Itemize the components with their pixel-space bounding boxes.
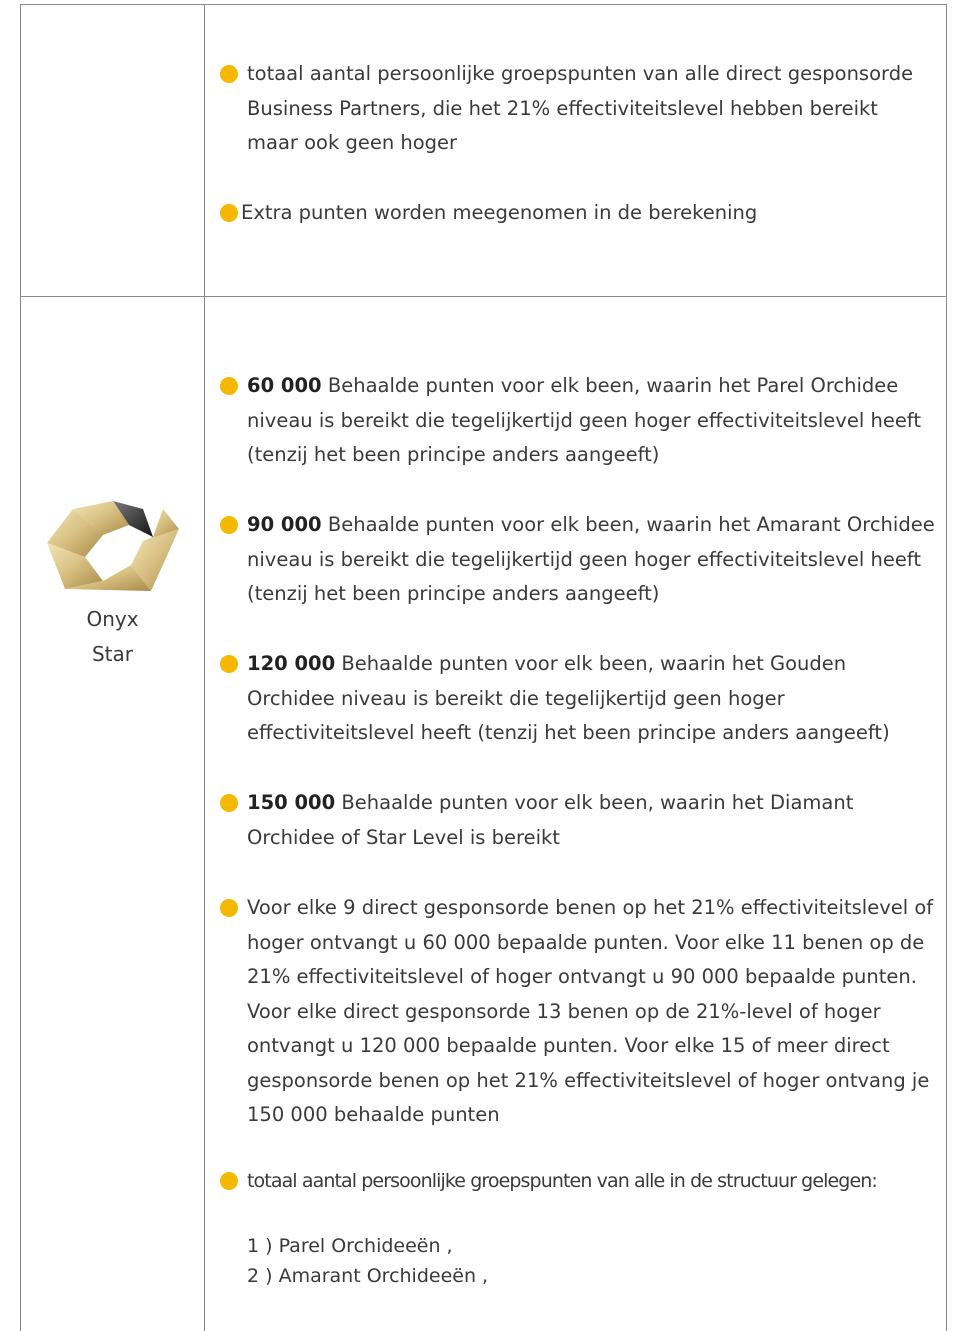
bullet-dot-icon	[220, 204, 238, 222]
list-item: 1 ) Parel Orchideeën ,	[247, 1235, 453, 1257]
bullet-text: Behaalde punten voor elk been, waarin he…	[247, 513, 935, 605]
bullet-item: totaal aantal persoonlijke groepspunten …	[220, 57, 935, 161]
bullet-dot-icon	[220, 1172, 238, 1190]
bullet-item: 150 000 Behaalde punten voor elk been, w…	[220, 786, 935, 855]
bullet-dot-icon	[220, 899, 238, 917]
bullet-bold-value: 150 000	[247, 791, 336, 814]
bullet-text: Behaalde punten voor elk been, waarin he…	[247, 374, 921, 466]
bullet-item: 120 000 Behaalde punten voor elk been, w…	[220, 647, 935, 751]
bullet-text: totaal aantal persoonlijke groepspunten …	[247, 1170, 878, 1192]
table-right-border	[946, 4, 947, 1331]
bullet-bold-value: 120 000	[247, 652, 336, 675]
bullet-text: Behaalde punten voor elk been, waarin he…	[247, 791, 854, 849]
rank-name-line1: Onyx	[86, 607, 139, 631]
bullet-text: Behaalde punten voor elk been, waarin he…	[247, 652, 890, 744]
bullet-dot-icon	[220, 377, 238, 395]
bullet-bold-value: 90 000	[247, 513, 322, 536]
bullet-dot-icon	[220, 65, 238, 83]
bullet-text: totaal aantal persoonlijke groepspunten …	[247, 62, 914, 154]
bullet-item: totaal aantal persoonlijke groepspunten …	[220, 1164, 935, 1199]
bullet-dot-icon	[220, 655, 238, 673]
bullet-dot-icon	[220, 794, 238, 812]
bullet-text: Voor elke 9 direct gesponsorde benen op …	[247, 896, 934, 1126]
rank-name-line2: Star	[91, 642, 133, 666]
list-item: 2 ) Amarant Orchideeën ,	[247, 1265, 489, 1287]
row-divider	[20, 296, 947, 297]
bullet-item: 60 000 Behaalde punten voor elk been, wa…	[220, 369, 935, 473]
onyx-star-logo-icon	[47, 501, 179, 591]
bullet-item: 90 000 Behaalde punten voor elk been, wa…	[220, 508, 935, 612]
bullet-dot-icon	[220, 516, 238, 534]
bullet-bold-value: 60 000	[247, 374, 322, 397]
bullet-text: Extra punten worden meegenomen in de ber…	[241, 201, 758, 224]
bullet-item: Voor elke 9 direct gesponsorde benen op …	[220, 891, 935, 1133]
table-top-border	[20, 4, 947, 5]
bullet-item: Extra punten worden meegenomen in de ber…	[220, 196, 935, 231]
